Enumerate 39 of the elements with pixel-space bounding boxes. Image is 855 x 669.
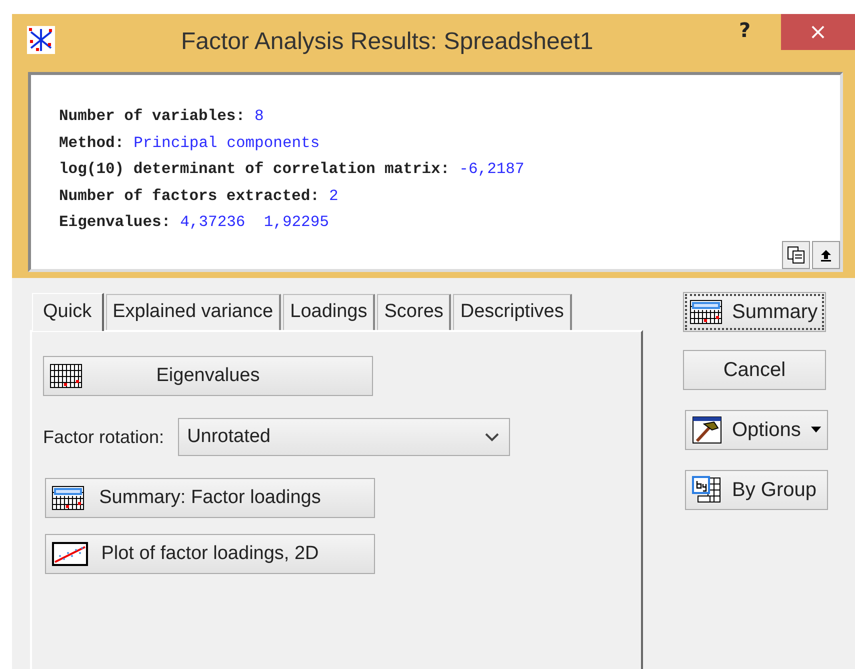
output-label: Eigenvalues: xyxy=(59,212,171,233)
grid-icon xyxy=(690,300,722,324)
tab[interactable]: Scores xyxy=(377,294,452,330)
command-button[interactable]: Summary: Factor loadings xyxy=(45,478,375,518)
output-label: Number of factors extracted: xyxy=(59,186,320,206)
dialog-button[interactable]: Options xyxy=(685,410,828,450)
field-label: Factor rotation: xyxy=(43,426,164,448)
group-table-icon xyxy=(692,476,722,504)
output-label: Number of variables: xyxy=(59,106,246,127)
tab[interactable]: Descriptives xyxy=(453,294,572,330)
up-arrow-icon xyxy=(820,248,832,262)
output-value: -6,2187 xyxy=(459,159,524,180)
grid-icon xyxy=(50,364,82,388)
window-title: Factor Analysis Results: Spreadsheet1 xyxy=(181,28,594,56)
copy-icon xyxy=(787,246,805,264)
tab[interactable]: Loadings xyxy=(283,294,376,330)
output-value: 2 xyxy=(328,186,338,206)
hammer-icon xyxy=(692,416,722,444)
chevron-down-icon xyxy=(485,432,500,442)
output-value: 8 xyxy=(254,106,264,127)
collapse-button[interactable] xyxy=(812,241,840,269)
command-button[interactable]: Plot of factor loadings, 2D xyxy=(45,534,375,574)
tab[interactable]: Quick xyxy=(32,293,104,331)
help-button[interactable]: ? xyxy=(739,18,751,42)
dropdown[interactable]: Unrotated xyxy=(178,418,510,456)
output-value: 4,37236 1,92295 xyxy=(180,212,329,233)
tab[interactable]: Explained variance xyxy=(106,294,282,330)
output-label: log(10) determinant of correlation matrix: xyxy=(59,159,450,180)
copy-button[interactable] xyxy=(782,241,810,269)
grid-icon xyxy=(52,486,84,510)
app-icon xyxy=(27,26,55,54)
close-button[interactable]: × xyxy=(781,14,855,50)
dialog-button[interactable]: By Group xyxy=(685,470,828,510)
output-value: Principal components xyxy=(134,132,320,154)
scatter-plot-icon xyxy=(52,542,88,566)
dialog-button[interactable]: Cancel xyxy=(683,350,826,390)
command-button[interactable]: Eigenvalues xyxy=(43,356,373,396)
dialog-button[interactable]: Summary xyxy=(683,292,826,332)
output-label: Method: xyxy=(59,132,124,154)
